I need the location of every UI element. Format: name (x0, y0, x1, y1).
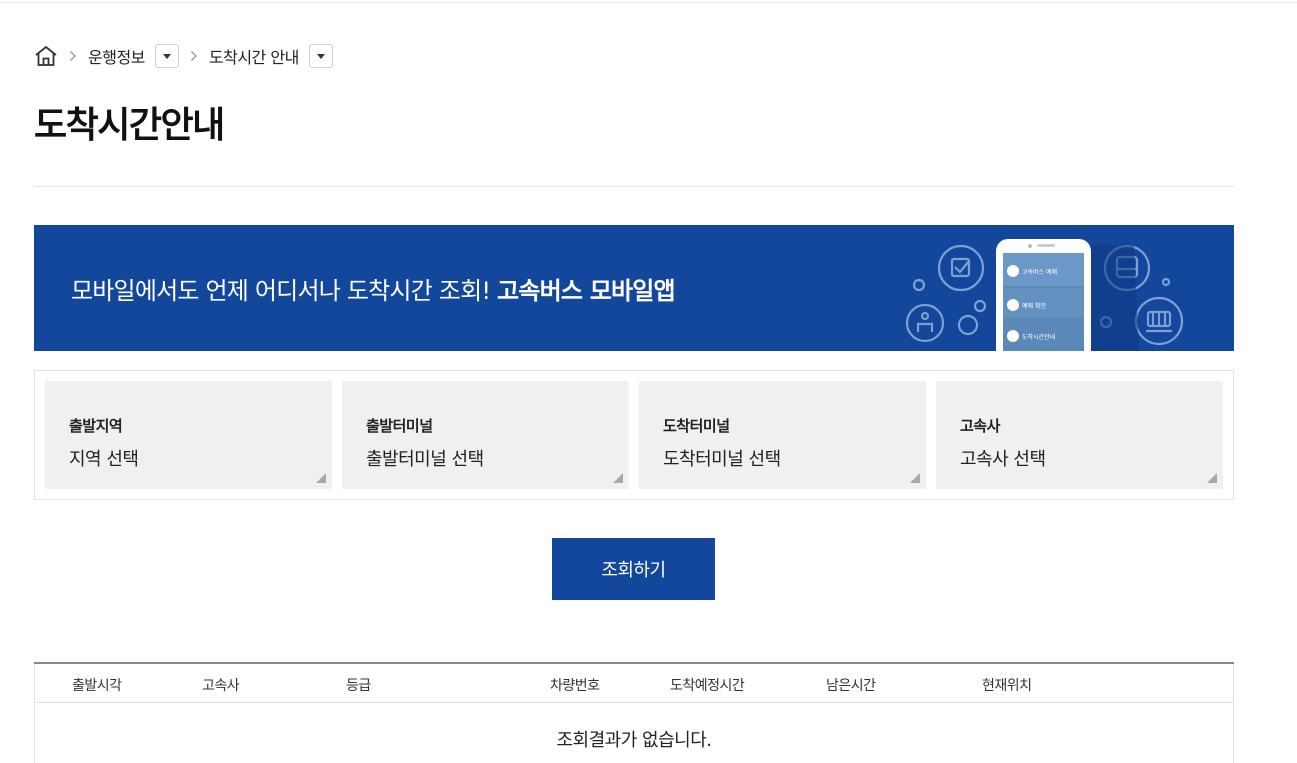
column-header: 남은시간 (826, 678, 876, 694)
title-divider (34, 186, 1234, 187)
breadcrumb: 운행정보 도착시간 안내 (34, 42, 333, 70)
selector-value: 지역 선택 (69, 449, 139, 470)
column-header: 출발시각 (72, 678, 122, 694)
departure-region-select[interactable]: 출발지역 지역 선택 (45, 381, 332, 489)
column-header: 현재위치 (982, 678, 1032, 694)
selector-label: 도착터미널 (663, 417, 730, 435)
selector-value: 고속사 선택 (960, 449, 1046, 470)
banner-text: 모바일에서도 언제 어디서나 도착시간 조회! 고속버스 모바일앱 (71, 271, 676, 306)
phone-menu-item-0: 고속버스 예매 (1022, 268, 1057, 276)
column-header: 고속사 (202, 678, 240, 694)
breadcrumb-item-label[interactable]: 운행정보 (88, 44, 145, 68)
phone-menu-item-2: 도착시간안내 (1022, 333, 1055, 341)
caret-down-icon (316, 53, 325, 59)
column-header: 차량번호 (550, 678, 600, 694)
mobile-app-banner[interactable]: 모바일에서도 언제 어디서나 도착시간 조회! 고속버스 모바일앱 고속버스 예… (34, 225, 1234, 351)
page-title: 도착시간안내 (34, 105, 225, 146)
column-header: 등급 (346, 678, 371, 694)
breadcrumb-item-label[interactable]: 도착시간 안내 (209, 44, 299, 68)
departure-terminal-select[interactable]: 출발터미널 출발터미널 선택 (342, 381, 629, 489)
search-button[interactable]: 조회하기 (552, 538, 715, 600)
empty-result-message: 조회결과가 없습니다. (556, 730, 712, 751)
banner-highlight: 고속버스 모바일앱 (497, 277, 676, 305)
result-table: 출발시각 고속사 등급 차량번호 도착예정시간 남은시간 현재위치 조회결과가 … (34, 662, 1234, 763)
table-header: 출발시각 고속사 등급 차량번호 도착예정시간 남은시간 현재위치 (35, 664, 1233, 703)
banner-illustration: 고속버스 예매 예매 확인 도착시간안내 (905, 239, 1184, 351)
selector-label: 출발지역 (69, 417, 123, 435)
corner-triangle-icon (1207, 473, 1217, 483)
banner-message: 모바일에서도 언제 어디서나 도착시간 조회! (71, 277, 491, 305)
selector-value: 출발터미널 선택 (366, 449, 484, 470)
corner-triangle-icon (910, 473, 920, 483)
selector-label: 출발터미널 (366, 417, 433, 435)
search-filters: 출발지역 지역 선택 출발터미널 출발터미널 선택 도착터미널 도착터미널 선택… (34, 370, 1234, 500)
chevron-right-icon (58, 50, 88, 62)
corner-triangle-icon (316, 473, 326, 483)
top-divider (0, 2, 1297, 3)
chevron-right-icon (179, 50, 209, 62)
caret-down-icon (162, 53, 171, 59)
column-header: 도착예정시간 (670, 678, 745, 694)
breadcrumb-dropdown-button[interactable] (308, 44, 333, 68)
arrival-terminal-select[interactable]: 도착터미널 도착터미널 선택 (639, 381, 926, 489)
selector-label: 고속사 (960, 417, 1000, 435)
corner-triangle-icon (613, 473, 623, 483)
phone-menu-item-1: 예매 확인 (1022, 302, 1046, 310)
breadcrumb-dropdown-button[interactable] (154, 44, 179, 68)
selector-value: 도착터미널 선택 (663, 449, 781, 470)
bus-company-select[interactable]: 고속사 고속사 선택 (936, 381, 1223, 489)
checkbox-icon (937, 244, 985, 292)
home-icon[interactable] (34, 44, 58, 68)
